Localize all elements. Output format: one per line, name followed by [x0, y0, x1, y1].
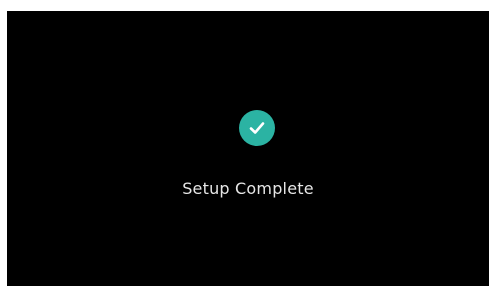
- setup-complete-label: Setup Complete: [182, 179, 314, 198]
- check-circle-icon: [239, 110, 275, 146]
- setup-complete-screen: Setup Complete: [7, 11, 489, 286]
- checkmark-glyph: [249, 122, 265, 134]
